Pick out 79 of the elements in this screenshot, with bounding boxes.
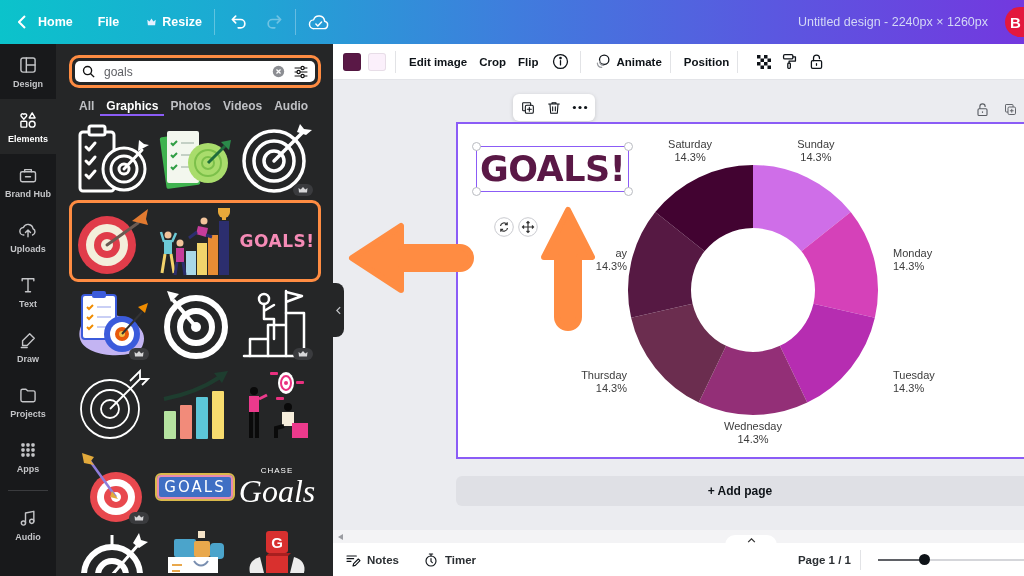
timer-icon <box>422 551 439 568</box>
search-field[interactable]: goals <box>75 61 315 82</box>
target-outline-icon[interactable] <box>240 123 314 195</box>
slice-value: 14.3% <box>893 382 925 395</box>
clipboard-target-icon[interactable] <box>76 123 150 195</box>
sticker-lettering[interactable]: GOALS! <box>239 231 315 251</box>
animate-icon <box>594 53 612 70</box>
slice-label: Saturday <box>668 138 713 150</box>
undo-icon[interactable] <box>228 12 249 32</box>
heading-text[interactable]: GOALS! <box>476 146 630 192</box>
team-bars-icon[interactable] <box>158 205 232 277</box>
chevron-up-icon <box>746 537 756 543</box>
category-tab[interactable]: Audio <box>268 97 315 116</box>
lettering-sticker[interactable]: GOALS <box>155 473 235 501</box>
color-swatch[interactable] <box>343 52 361 71</box>
duplicate-icon[interactable] <box>520 99 536 116</box>
category-tab[interactable]: Graphics <box>100 97 165 116</box>
sidebar-tab[interactable]: Draw <box>0 319 56 374</box>
crown-icon <box>147 18 157 26</box>
design-page[interactable]: GOALS! Sunday 14.3% Monday 14.3% Tuesday 14.3% Wednesday 14.3% Thursday 14.3% ay 14.3% Saturday 14.3% <box>456 122 1024 459</box>
sidebar-tab[interactable]: Text <box>0 264 56 319</box>
panel-collapse-button[interactable] <box>333 283 344 337</box>
category-tab[interactable]: All <box>73 97 101 116</box>
resize-handle[interactable] <box>624 187 634 196</box>
resize-handle[interactable] <box>472 142 481 151</box>
transparency-icon[interactable] <box>757 54 772 69</box>
filter-icon[interactable] <box>293 63 309 80</box>
shapes-icon <box>18 109 38 130</box>
avatar[interactable]: B <box>1005 7 1024 37</box>
sidebar-tab[interactable]: Design <box>0 44 56 99</box>
resize-handle[interactable] <box>472 187 481 196</box>
more-icon[interactable] <box>572 105 588 110</box>
trash-icon[interactable] <box>546 99 562 116</box>
sidebar-tab[interactable]: Projects <box>0 374 56 429</box>
add-page-button[interactable]: + Add page <box>456 476 1024 506</box>
move-handle-icon[interactable] <box>518 217 538 237</box>
paint-roller-icon[interactable] <box>781 53 799 70</box>
timer-button[interactable]: Timer <box>420 545 479 574</box>
category-tab[interactable]: Photos <box>164 97 218 116</box>
color-swatch[interactable] <box>368 52 386 71</box>
toolbar-button[interactable]: Crop <box>473 47 512 76</box>
slice-label: Tuesday <box>893 369 935 382</box>
sidebar-tab[interactable]: Audio <box>0 497 56 552</box>
design-title[interactable]: Untitled design - 2240px × 1260px <box>797 15 988 29</box>
slice-label: Monday <box>893 246 933 259</box>
slice-value: 14.3% <box>893 259 925 272</box>
slice-label: Sunday <box>797 138 835 150</box>
pages-toggle-button[interactable] <box>725 535 777 545</box>
script-lettering[interactable]: Goals <box>238 475 316 507</box>
letter-cube[interactable]: G <box>266 531 288 553</box>
slice-label: Wednesday <box>724 420 782 432</box>
slice-value: 14.3% <box>595 382 627 395</box>
slice-value: 14.3% <box>674 151 706 163</box>
sticker-caption[interactable]: CHASE <box>260 467 294 475</box>
slice-value: 14.3% <box>800 151 832 163</box>
slice-value: 14.3% <box>595 259 627 272</box>
slice-value: 14.3% <box>737 433 769 445</box>
slice-label: Thursday <box>581 369 627 382</box>
search-icon <box>81 64 96 79</box>
rotate-handle-icon[interactable] <box>494 217 514 237</box>
chevron-left-icon <box>336 305 341 315</box>
zoom-slider-thumb[interactable] <box>919 554 931 565</box>
sidebar-tab[interactable]: Apps <box>0 429 56 484</box>
toolbar-button[interactable]: Edit image <box>403 47 474 76</box>
layout-icon <box>18 54 38 75</box>
resize-handle[interactable] <box>624 142 634 151</box>
sidebar-tab[interactable]: Brand Hub <box>0 154 56 209</box>
animate-button[interactable]: Animate <box>588 47 668 76</box>
sidebar-tab[interactable]: Elements <box>0 99 56 154</box>
sidebar-tab[interactable]: Uploads <box>0 209 56 264</box>
position-button[interactable]: Position <box>677 47 736 76</box>
info-icon[interactable] <box>552 53 570 70</box>
chevron-left-icon <box>18 15 26 29</box>
toolbar-button[interactable]: Flip <box>512 47 545 76</box>
clear-icon[interactable] <box>272 65 285 78</box>
category-tab[interactable]: Videos <box>217 97 269 116</box>
slice-label: ay <box>615 246 627 259</box>
notes-button[interactable]: Notes <box>343 545 401 574</box>
page-indicator[interactable]: Page 1 / 1 <box>797 553 851 566</box>
